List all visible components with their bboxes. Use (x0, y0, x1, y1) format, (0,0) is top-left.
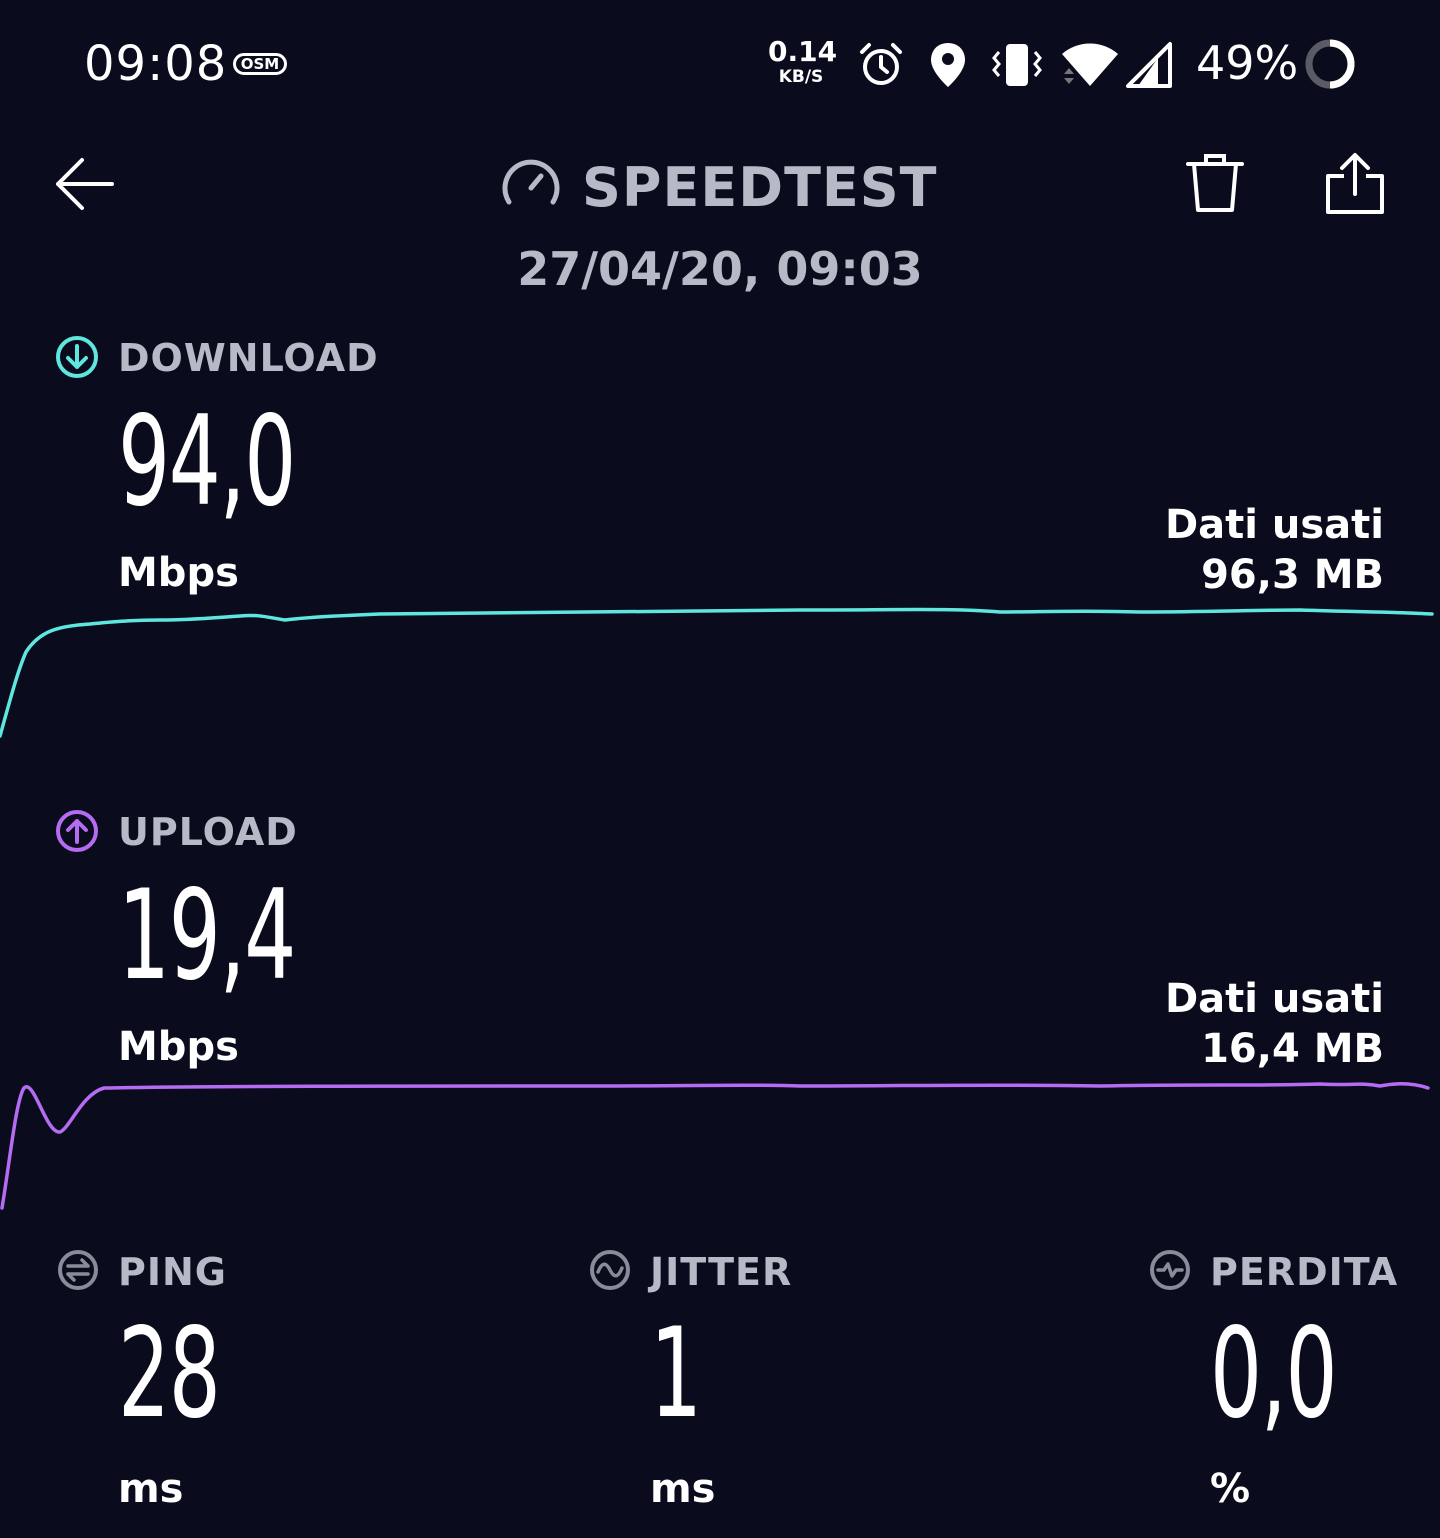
ping-label: PING (118, 1250, 227, 1294)
upload-data-used-label: Dati usati (1164, 976, 1384, 1022)
battery-percent: 49% (1196, 36, 1299, 90)
loss-unit: % (1210, 1466, 1251, 1512)
network-speed-value: 0.14 (768, 35, 838, 68)
back-arrow-icon[interactable] (52, 152, 116, 216)
alarm-icon (860, 43, 902, 85)
jitter-icon (590, 1250, 630, 1290)
download-graph (0, 607, 1434, 738)
wifi-icon (1062, 43, 1118, 86)
download-value: 94,0 (118, 390, 296, 534)
upload-label: UPLOAD (118, 810, 298, 854)
upload-icon (56, 810, 98, 852)
upload-unit: Mbps (118, 1024, 239, 1070)
download-icon (56, 336, 98, 378)
jitter-unit: ms (650, 1466, 716, 1512)
upload-graph (0, 1082, 1430, 1210)
trash-icon[interactable] (1184, 152, 1246, 216)
speedometer-icon (502, 159, 560, 205)
ping-unit: ms (118, 1466, 184, 1512)
jitter-label: JITTER (650, 1250, 793, 1294)
ping-icon (58, 1250, 98, 1290)
page-title: SPEEDTEST (582, 156, 938, 219)
network-speed-unit: KB/S (778, 67, 824, 87)
battery-ring-icon (1305, 39, 1355, 89)
carrier-badge: OSM (233, 53, 287, 75)
network-speed: 0.14 KB/S (768, 35, 838, 87)
status-time: 09:08 (84, 36, 228, 92)
loss-value: 0,0 (1210, 1302, 1338, 1446)
upload-data-used-value: 16,4 MB (1201, 1026, 1384, 1072)
loss-label: PERDITA (1210, 1250, 1399, 1294)
upload-value: 19,4 (118, 864, 296, 1008)
share-icon[interactable] (1324, 150, 1386, 216)
jitter-value: 1 (650, 1302, 702, 1446)
download-label: DOWNLOAD (118, 336, 379, 380)
ping-value: 28 (118, 1302, 221, 1446)
vibrate-icon (992, 44, 1042, 86)
download-data-used: Dati usati 96,3 MB (984, 500, 1384, 600)
signal-icon (1126, 42, 1172, 88)
download-data-used-label: Dati usati (1164, 502, 1384, 548)
test-date: 27/04/20, 09:03 (517, 242, 923, 296)
location-icon (931, 43, 965, 87)
upload-data-used: Dati usati 16,4 MB (984, 974, 1384, 1074)
packet-loss-icon (1150, 1250, 1190, 1290)
